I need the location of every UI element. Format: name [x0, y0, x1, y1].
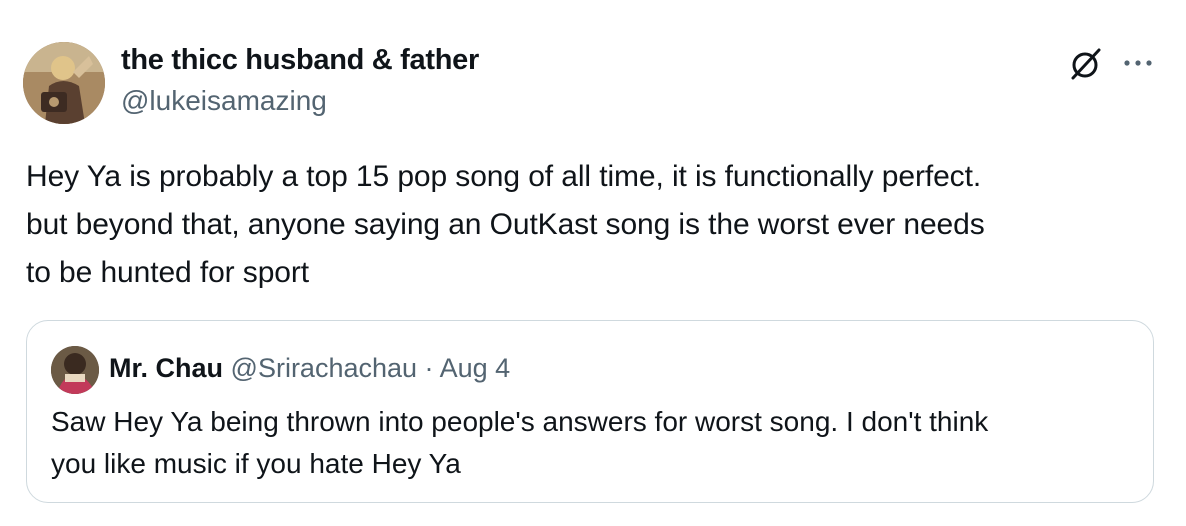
tweet-text: Hey Ya is probably a top 15 pop song of … — [26, 153, 1166, 297]
avatar-image — [51, 346, 99, 394]
more-options-icon[interactable] — [1122, 56, 1154, 70]
author-handle[interactable]: @lukeisamazing — [121, 85, 327, 117]
quoted-text-line: you like music if you hate Hey Ya — [51, 448, 461, 479]
tweet-text-line: Hey Ya is probably a top 15 pop song of … — [26, 160, 982, 193]
quoted-handle[interactable]: @Srirachachau — [231, 353, 418, 383]
meta-separator: · — [424, 353, 434, 383]
quoted-tweet[interactable]: Mr. Chau @Srirachachau · Aug 4 Saw Hey Y… — [26, 320, 1154, 503]
quoted-date[interactable]: Aug 4 — [440, 353, 511, 383]
quoted-display-name[interactable]: Mr. Chau — [109, 353, 223, 383]
quoted-text-line: Saw Hey Ya being thrown into people's an… — [51, 406, 989, 437]
author-display-name[interactable]: the thicc husband & father — [121, 44, 479, 77]
tweet-text-line: but beyond that, anyone saying an OutKas… — [26, 208, 985, 241]
quoted-text: Saw Hey Ya being thrown into people's an… — [51, 401, 1131, 485]
quoted-header: Mr. Chau @Srirachachau · Aug 4 — [109, 353, 510, 384]
quoted-author-avatar[interactable] — [51, 346, 99, 394]
avatar-image — [23, 42, 105, 124]
tweet-card: the thicc husband & father @lukeisamazin… — [0, 0, 1186, 526]
tweet-text-line: to be hunted for sport — [26, 256, 309, 289]
grok-icon[interactable] — [1068, 46, 1104, 82]
author-avatar[interactable] — [23, 42, 105, 124]
